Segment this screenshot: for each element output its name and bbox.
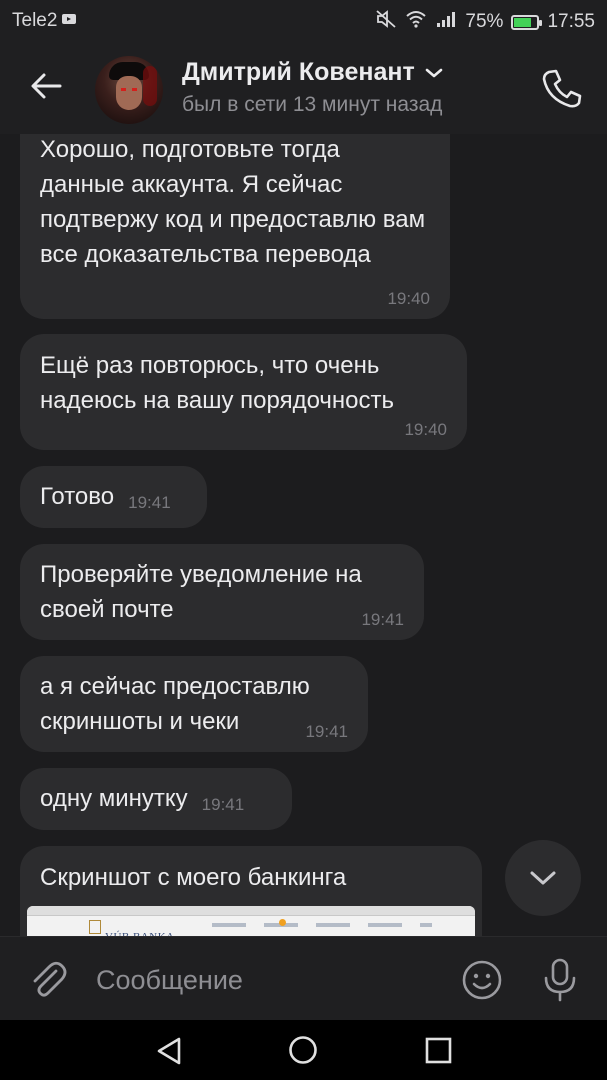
bank-logo-icon — [89, 920, 101, 934]
message-bubble[interactable]: Готово 19:41 — [20, 466, 207, 528]
attached-screenshot[interactable]: VÚB BANKA — [27, 906, 475, 936]
composer — [0, 936, 607, 1021]
message-bubble[interactable]: Ещё раз повторюсь, что очень надеюсь на … — [20, 334, 467, 450]
emoji-button[interactable] — [461, 959, 503, 1001]
nav-back-button[interactable] — [155, 1036, 185, 1066]
phone-icon — [542, 69, 582, 108]
nav-home-button[interactable] — [288, 1035, 318, 1065]
message-time: 19:41 — [361, 610, 404, 629]
battery-icon — [511, 14, 543, 30]
message-list[interactable]: Хорошо, подготовьте тогда данные аккаунт… — [0, 134, 607, 936]
attach-button[interactable] — [28, 959, 68, 999]
signal-icon — [435, 10, 457, 34]
bank-nav — [212, 923, 432, 927]
bank-logo: VÚB BANKA — [105, 920, 175, 936]
message-text: Ещё раз повторюсь, что очень надеюсь на … — [40, 352, 394, 414]
message-text: Скриншот с моего банкинга — [40, 864, 347, 891]
message-time: 19:41 — [128, 493, 171, 512]
message-time: 19:40 — [404, 420, 447, 439]
message-input[interactable] — [96, 959, 436, 1001]
carrier: Tele2 — [12, 10, 77, 32]
message-bubble[interactable]: Скриншот с моего банкинга VÚB BANKA — [20, 846, 482, 936]
message-text: одну минутку — [40, 785, 188, 812]
message-bubble[interactable]: а я сейчас предоставлю скриншоты и чеки … — [20, 656, 368, 752]
last-seen-status: был в сети 13 минут назад — [182, 93, 443, 116]
message-text: Готово — [40, 483, 115, 510]
contact-name-button[interactable]: Дмитрий Ковенант — [182, 58, 443, 87]
avatar[interactable] — [95, 56, 163, 124]
message-time: 19:41 — [201, 795, 245, 814]
message-time: 19:41 — [305, 722, 348, 741]
contact-name: Дмитрий Ковенант — [182, 58, 415, 86]
system-navigation-bar — [0, 1020, 607, 1080]
call-button[interactable] — [540, 66, 584, 110]
paperclip-icon — [33, 961, 67, 997]
square-recents-icon — [425, 1037, 452, 1064]
status-icons: 75% 17:55 — [375, 9, 595, 35]
microphone-button[interactable] — [540, 957, 580, 1003]
message-time: 19:40 — [387, 289, 430, 308]
microphone-icon — [544, 958, 576, 1002]
battery-fill — [514, 17, 531, 27]
message-text: Хорошо, подготовьте тогда данные аккаунт… — [40, 136, 426, 268]
triangle-back-icon — [157, 1037, 181, 1065]
message-bubble[interactable]: Хорошо, подготовьте тогда данные аккаунт… — [20, 134, 450, 319]
scroll-down-button[interactable] — [505, 840, 581, 916]
smiley-icon — [462, 960, 502, 1000]
message-bubble[interactable]: одну минутку 19:41 — [20, 768, 292, 830]
circle-home-icon — [289, 1036, 317, 1064]
message-text: а я сейчас предоставлю скриншоты и чеки — [40, 673, 310, 735]
arrow-left-icon — [31, 73, 62, 99]
status-bar: Tele2 75% 17:55 — [0, 0, 607, 42]
nav-recents-button[interactable] — [425, 1037, 452, 1064]
browser-bar — [27, 906, 475, 916]
chevron-down-icon — [425, 68, 443, 77]
mute-icon — [375, 9, 397, 35]
tv-icon — [61, 10, 77, 32]
clock: 17:55 — [547, 11, 595, 32]
carrier-name: Tele2 — [12, 10, 58, 31]
chevron-down-icon — [530, 871, 556, 885]
battery-percent: 75% — [465, 11, 504, 32]
chat-header: Дмитрий Ковенант был в сети 13 минут наз… — [0, 42, 607, 134]
message-bubble[interactable]: Проверяйте уведомление на своей почте 19… — [20, 544, 424, 640]
message-text: Проверяйте уведомление на своей почте — [40, 561, 362, 623]
back-button[interactable] — [26, 66, 66, 106]
wifi-icon — [405, 10, 427, 34]
notification-dot — [279, 919, 286, 926]
